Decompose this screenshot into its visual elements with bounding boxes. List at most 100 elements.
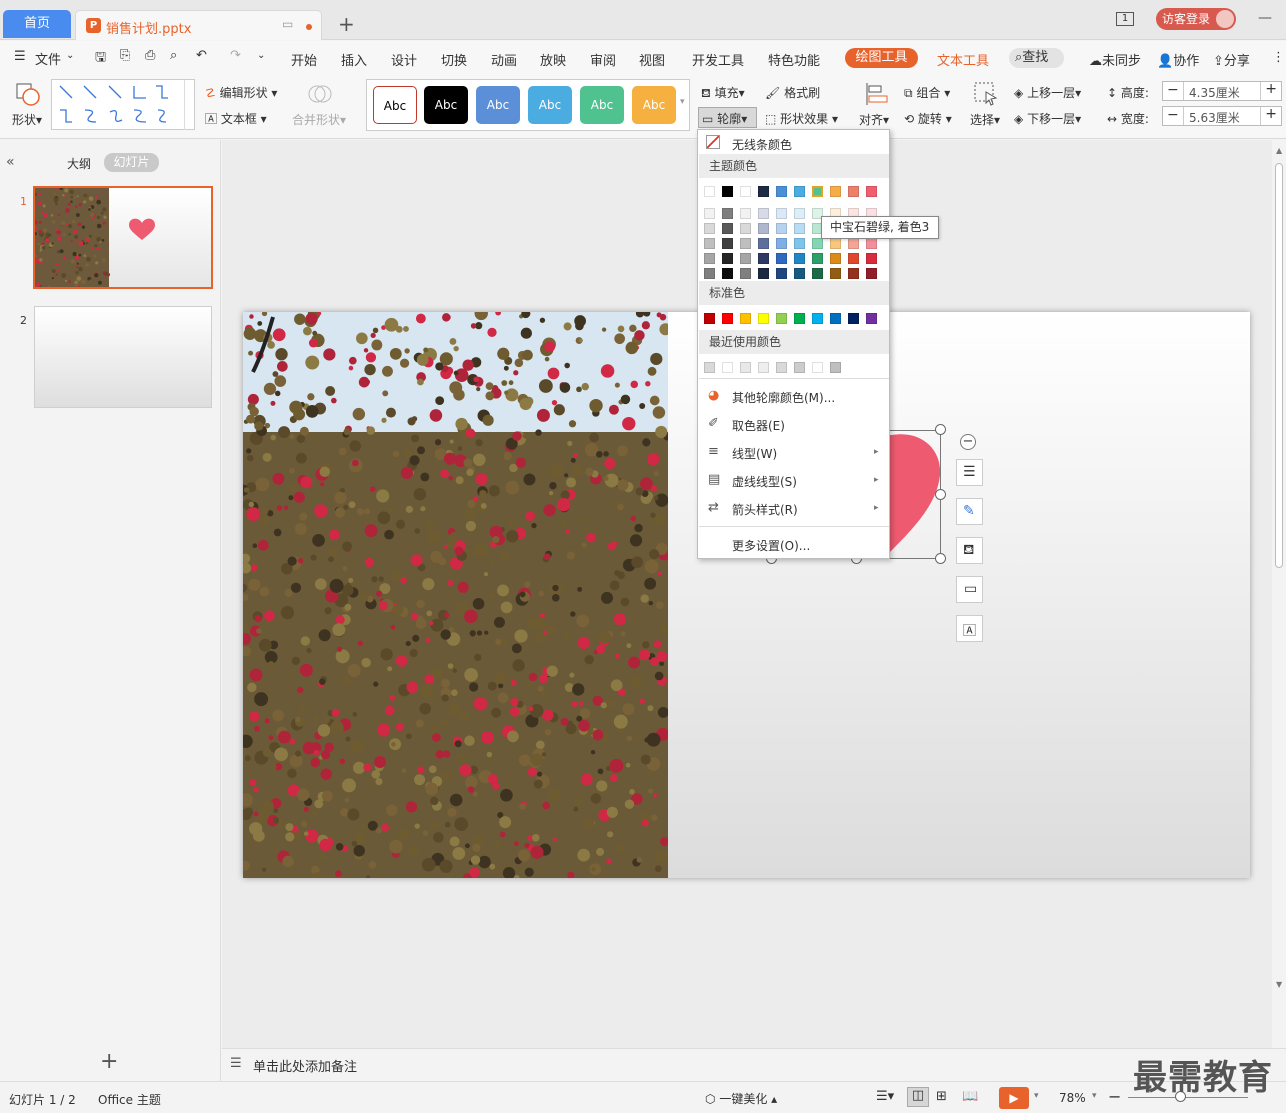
theme-shade-swatch[interactable] (704, 223, 715, 234)
menu-insert[interactable]: 插入 (341, 50, 367, 69)
format-painter-button[interactable]: 🖌 格式刷 (765, 84, 820, 101)
theme-shade-swatch[interactable] (704, 238, 715, 249)
save-icon[interactable]: 🖫 (95, 48, 106, 70)
theme-shade-swatch[interactable] (740, 223, 751, 234)
standard-swatch[interactable] (776, 313, 787, 324)
recent-swatch[interactable] (758, 362, 769, 373)
play-icon[interactable]: ▶ (999, 1087, 1029, 1109)
theme-shade-swatch[interactable] (794, 238, 805, 249)
theme-shade-swatch[interactable] (776, 208, 787, 219)
theme-shade-swatch[interactable] (776, 253, 787, 264)
theme-swatch[interactable] (848, 186, 859, 197)
home-tab[interactable]: 首页 (3, 10, 71, 38)
theme-shade-swatch[interactable] (758, 268, 769, 279)
theme-shade-swatch[interactable] (794, 253, 805, 264)
fill-button[interactable]: ⛾ 填充▾ (701, 84, 745, 102)
theme-shade-swatch[interactable] (740, 208, 751, 219)
no-line-color-item[interactable]: 无线条颜色 (732, 136, 792, 153)
theme-swatch[interactable] (830, 186, 841, 197)
standard-swatch[interactable] (866, 313, 877, 324)
rotate-button[interactable]: ⟲ 旋转 ▾ (904, 110, 952, 127)
shape-icon[interactable] (16, 82, 40, 106)
menu-slideshow[interactable]: 放映 (540, 50, 566, 69)
resize-handle[interactable] (935, 424, 946, 435)
vertical-scroll-thumb[interactable] (1275, 163, 1283, 568)
theme-shade-swatch[interactable] (794, 268, 805, 279)
theme-name[interactable]: Office 主题 (98, 1091, 161, 1108)
theme-swatch[interactable] (812, 186, 823, 197)
menu-start[interactable]: 开始 (291, 50, 317, 69)
more-outline-colors-item[interactable]: 其他轮廓颜色(M)... (732, 389, 835, 406)
zoom-chevron-icon[interactable]: ▾ (1092, 1091, 1097, 1101)
redo-icon[interactable]: ↷ (230, 48, 241, 63)
dash-type-item[interactable]: 虚线线型(S) (732, 473, 797, 490)
theme-swatch[interactable] (776, 186, 787, 197)
line-type-item[interactable]: 线型(W) (732, 445, 777, 462)
theme-shade-swatch[interactable] (740, 253, 751, 264)
menu-design[interactable]: 设计 (391, 50, 417, 69)
theme-shade-swatch[interactable] (848, 238, 859, 249)
pen-float-button[interactable]: ✎ (956, 498, 983, 525)
login-button[interactable]: 访客登录 (1156, 8, 1236, 30)
scroll-down-icon[interactable]: ▼ (1276, 980, 1282, 989)
outline-button[interactable]: ▭ 轮廓▾ (698, 107, 757, 128)
quick-access-chevron-icon[interactable]: ⌄ (257, 50, 265, 61)
theme-shade-swatch[interactable] (866, 253, 877, 264)
theme-shade-swatch[interactable] (722, 238, 733, 249)
shape-button[interactable]: 形状▾ (12, 111, 42, 128)
theme-shade-swatch[interactable] (812, 268, 823, 279)
share-button[interactable]: ⇪分享 (1213, 50, 1250, 69)
notes-view-icon[interactable]: ☰▾ (876, 1089, 894, 1104)
menu-transition[interactable]: 切换 (441, 50, 467, 69)
width-value[interactable]: 5.63厘米 (1189, 109, 1240, 126)
style-gallery-expand-icon[interactable]: ▾ (680, 97, 685, 107)
menu-review[interactable]: 审阅 (590, 50, 616, 69)
layers-float-button[interactable]: ☰ (956, 459, 983, 486)
theme-shade-swatch[interactable] (758, 208, 769, 219)
theme-shade-swatch[interactable] (740, 238, 751, 249)
theme-shade-swatch[interactable] (830, 238, 841, 249)
export-icon[interactable]: ⎘ (120, 48, 130, 63)
bring-forward-button[interactable]: ◈ 上移一层▾ (1014, 84, 1081, 101)
shape-effect-button[interactable]: ⬚ 形状效果 ▾ (765, 110, 838, 127)
undo-icon[interactable]: ↶ (196, 48, 207, 63)
standard-swatch[interactable] (722, 313, 733, 324)
scroll-up-icon[interactable]: ▲ (1276, 146, 1282, 155)
menu-features[interactable]: 特色功能 (768, 50, 820, 69)
theme-swatch[interactable] (704, 186, 715, 197)
line-gallery-scroll[interactable] (184, 80, 195, 130)
theme-shade-swatch[interactable] (794, 208, 805, 219)
more-options-icon[interactable]: ⋮ (1272, 50, 1285, 65)
theme-shade-swatch[interactable] (722, 208, 733, 219)
theme-shade-swatch[interactable] (740, 268, 751, 279)
theme-shade-swatch[interactable] (830, 268, 841, 279)
theme-shade-swatch[interactable] (776, 223, 787, 234)
style-black[interactable]: Abc (424, 86, 468, 124)
sorter-view-icon[interactable]: ⊞ (936, 1089, 947, 1104)
theme-shade-swatch[interactable] (722, 223, 733, 234)
style-blue[interactable]: Abc (476, 86, 520, 124)
monitor-icon[interactable]: ▭ (282, 17, 293, 31)
height-plus-icon[interactable]: + (1265, 81, 1277, 97)
style-sky[interactable]: Abc (528, 86, 572, 124)
standard-swatch[interactable] (830, 313, 841, 324)
group-button[interactable]: ⧉ 组合 ▾ (904, 84, 950, 101)
print-icon[interactable]: ⎙ (145, 48, 155, 63)
theme-shade-swatch[interactable] (794, 223, 805, 234)
collapse-panel-icon[interactable]: « (6, 154, 15, 170)
beautify-button[interactable]: ⬡ 一键美化 ▴ (705, 1090, 777, 1107)
theme-shade-swatch[interactable] (776, 238, 787, 249)
theme-shade-swatch[interactable] (758, 223, 769, 234)
theme-swatch[interactable] (866, 186, 877, 197)
style-green[interactable]: Abc (580, 86, 624, 124)
width-plus-icon[interactable]: + (1265, 106, 1277, 122)
recent-swatch[interactable] (704, 362, 715, 373)
theme-swatch[interactable] (758, 186, 769, 197)
line-gallery[interactable] (51, 79, 195, 130)
theme-swatch[interactable] (722, 186, 733, 197)
edit-shape-button[interactable]: ☡ 编辑形状 ▾ (205, 84, 277, 101)
add-slide-button[interactable]: + (100, 1049, 118, 1074)
theme-swatch[interactable] (794, 186, 805, 197)
recent-swatch[interactable] (776, 362, 787, 373)
window-count-badge[interactable]: 1 (1116, 12, 1134, 26)
